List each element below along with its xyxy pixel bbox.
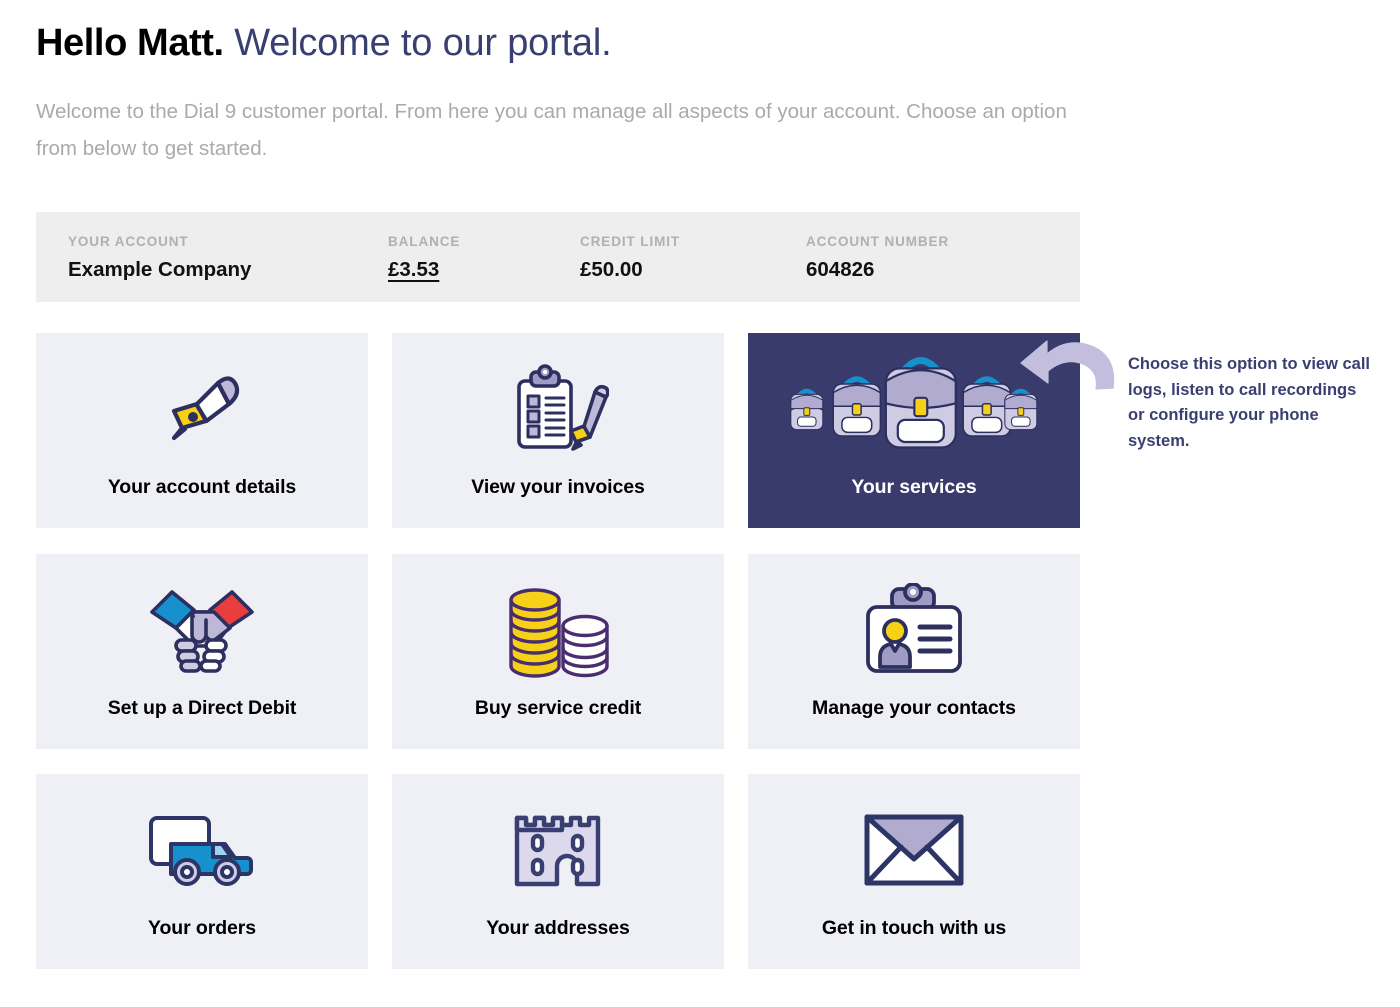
balance-value-link[interactable]: £3.53 — [388, 258, 439, 282]
account-column-value: Example Company — [68, 258, 252, 281]
fountain-pen-icon — [36, 355, 368, 463]
card-label: Buy service credit — [474, 697, 642, 719]
card-label: Your services — [851, 476, 977, 498]
account-column-value: £50.00 — [580, 258, 643, 281]
page-description: Welcome to the Dial 9 customer portal. F… — [36, 100, 1067, 160]
card-manage-your-contacts[interactable]: Manage your contacts — [748, 554, 1080, 749]
card-your-orders[interactable]: Your orders — [36, 774, 368, 969]
clipboard-pen-icon — [392, 355, 724, 463]
envelope-icon — [748, 796, 1080, 904]
account-summary-bar: YOUR ACCOUNT Example Company BALANCE £3.… — [36, 212, 1080, 302]
curved-arrow-icon — [1018, 332, 1118, 398]
card-your-addresses[interactable]: Your addresses — [392, 774, 724, 969]
portal-home-page: Hello Matt. Welcome to our portal. Welco… — [0, 0, 1400, 1007]
greeting-text: Hello Matt. — [36, 22, 224, 64]
annotation-text: Choose this option to view call logs, li… — [1128, 355, 1371, 450]
account-column-label: BALANCE — [388, 234, 461, 249]
account-column-label: ACCOUNT NUMBER — [806, 234, 950, 249]
card-label: View your invoices — [471, 476, 645, 498]
card-label: Get in touch with us — [821, 917, 1007, 939]
card-view-your-invoices[interactable]: View your invoices — [392, 333, 724, 528]
account-column-label: YOUR ACCOUNT — [68, 234, 189, 249]
card-your-account-details[interactable]: Your account details — [36, 333, 368, 528]
card-label: Your account details — [107, 476, 297, 498]
card-set-up-a-direct-debit[interactable]: Set up a Direct Debit — [36, 554, 368, 749]
coin-stacks-icon — [392, 576, 724, 684]
account-column-label: CREDIT LIMIT — [580, 234, 681, 249]
card-buy-service-credit[interactable]: Buy service credit — [392, 554, 724, 749]
page-title: Hello Matt. Welcome to our portal. — [36, 20, 612, 66]
card-label: Your addresses — [486, 917, 630, 939]
castle-icon — [392, 796, 724, 904]
id-badge-icon — [748, 576, 1080, 684]
welcome-text: Welcome to our portal. — [234, 22, 612, 64]
card-label: Set up a Direct Debit — [107, 697, 297, 719]
delivery-truck-icon — [36, 796, 368, 904]
card-get-in-touch-with-us[interactable]: Get in touch with us — [748, 774, 1080, 969]
card-label: Manage your contacts — [812, 697, 1016, 719]
card-label: Your orders — [148, 917, 256, 939]
account-column-value: 604826 — [806, 258, 875, 281]
handshake-icon — [36, 576, 368, 684]
